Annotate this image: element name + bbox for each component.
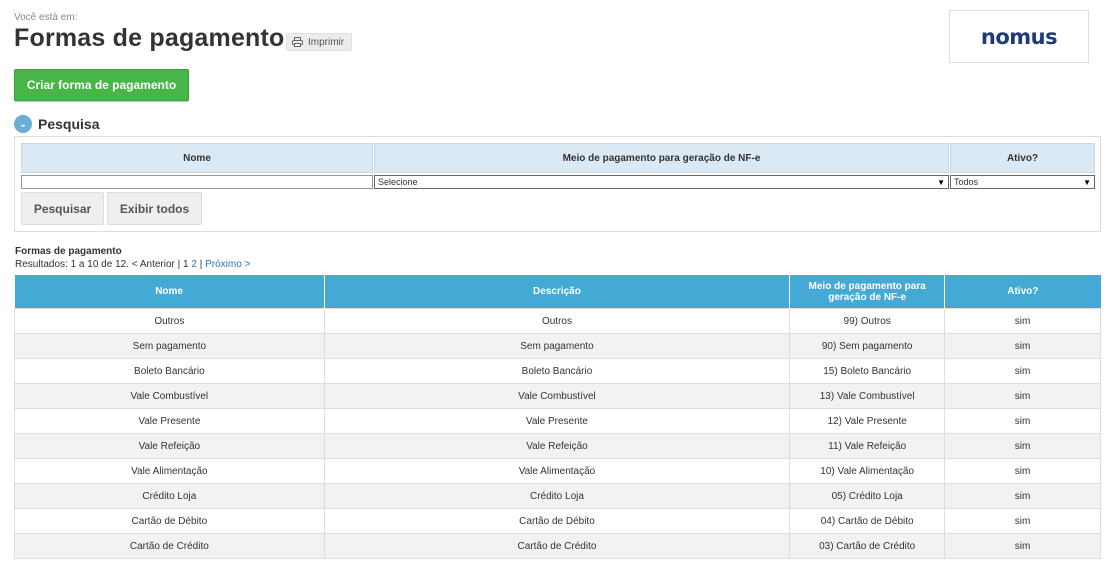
cell-ativo: sim bbox=[944, 308, 1101, 334]
pagination-separator: | bbox=[177, 259, 181, 270]
company-logo: nomus bbox=[949, 10, 1089, 63]
results-title: Formas de pagamento bbox=[15, 246, 122, 257]
next-page-link[interactable]: Próximo > bbox=[205, 259, 250, 270]
cell-descricao: Vale Refeição bbox=[323, 433, 791, 459]
meio-pagamento-select[interactable]: Selecione ▼ bbox=[374, 175, 949, 189]
column-header-ativo[interactable]: Ativo? bbox=[944, 275, 1101, 309]
table-row[interactable]: Vale Alimentação Vale Alimentação 10) Va… bbox=[14, 458, 1101, 484]
filter-header-meio: Meio de pagamento para geração de NF-e bbox=[374, 143, 949, 173]
search-button[interactable]: Pesquisar bbox=[21, 192, 104, 225]
cell-meio-pagamento: 13) Vale Combustível bbox=[789, 383, 946, 409]
ativo-selected-value: Todos bbox=[954, 177, 979, 187]
cell-meio-pagamento: 99) Outros bbox=[789, 308, 946, 334]
table-row[interactable]: Vale Refeição Vale Refeição 11) Vale Ref… bbox=[14, 433, 1101, 459]
column-header-meio-pagamento[interactable]: Meio de pagamento para geração de NF-e bbox=[789, 275, 946, 309]
cell-ativo: sim bbox=[944, 483, 1101, 509]
cell-descricao: Vale Alimentação bbox=[323, 458, 791, 484]
cell-nome: Vale Combustível bbox=[14, 383, 325, 409]
cell-nome: Sem pagamento bbox=[14, 333, 325, 359]
search-title: Pesquisa bbox=[38, 116, 100, 132]
create-payment-method-button[interactable]: Criar forma de pagamento bbox=[14, 69, 189, 101]
pagination-separator: | bbox=[199, 259, 203, 270]
table-row[interactable]: Vale Presente Vale Presente 12) Vale Pre… bbox=[14, 408, 1101, 434]
cell-nome: Cartão de Débito bbox=[14, 508, 325, 534]
pagination: Resultados: 1 a 10 de 12. < Anterior | 1… bbox=[15, 259, 250, 270]
cell-nome: Cartão de Crédito bbox=[14, 533, 325, 559]
cell-nome: Vale Refeição bbox=[14, 433, 325, 459]
collapse-icon[interactable]: - bbox=[14, 115, 32, 133]
cell-descricao: Cartão de Crédito bbox=[323, 533, 791, 559]
cell-meio-pagamento: 10) Vale Alimentação bbox=[789, 458, 946, 484]
print-label: Imprimir bbox=[308, 36, 345, 48]
cell-nome: Crédito Loja bbox=[14, 483, 325, 509]
payment-methods-table: Nome Descrição Meio de pagamento para ge… bbox=[14, 275, 1101, 559]
show-all-button[interactable]: Exibir todos bbox=[107, 192, 202, 225]
cell-ativo: sim bbox=[944, 333, 1101, 359]
column-header-descricao[interactable]: Descrição bbox=[324, 275, 791, 309]
cell-descricao: Boleto Bancário bbox=[323, 358, 791, 384]
name-filter-input[interactable] bbox=[21, 175, 373, 189]
cell-meio-pagamento: 04) Cartão de Débito bbox=[789, 508, 946, 534]
cell-meio-pagamento: 90) Sem pagamento bbox=[789, 333, 946, 359]
cell-meio-pagamento: 12) Vale Presente bbox=[789, 408, 946, 434]
search-panel: Nome Meio de pagamento para geração de N… bbox=[14, 136, 1101, 232]
cell-nome: Outros bbox=[14, 308, 325, 334]
table-header-row: Nome Descrição Meio de pagamento para ge… bbox=[14, 275, 1101, 309]
cell-descricao: Cartão de Débito bbox=[323, 508, 791, 534]
cell-ativo: sim bbox=[944, 408, 1101, 434]
printer-icon bbox=[292, 37, 303, 47]
cell-nome: Vale Alimentação bbox=[14, 458, 325, 484]
cell-meio-pagamento: 03) Cartão de Crédito bbox=[789, 533, 946, 559]
cell-descricao: Vale Presente bbox=[323, 408, 791, 434]
page-1-current: 1 bbox=[183, 259, 189, 270]
table-row[interactable]: Cartão de Débito Cartão de Débito 04) Ca… bbox=[14, 508, 1101, 534]
meio-selected-value: Selecione bbox=[378, 177, 418, 187]
logo-text: nomus bbox=[980, 24, 1058, 49]
print-button[interactable]: Imprimir bbox=[286, 33, 353, 51]
column-header-nome[interactable]: Nome bbox=[14, 275, 325, 309]
table-row[interactable]: Boleto Bancário Boleto Bancário 15) Bole… bbox=[14, 358, 1101, 384]
table-row[interactable]: Sem pagamento Sem pagamento 90) Sem paga… bbox=[14, 333, 1101, 359]
cell-meio-pagamento: 15) Boleto Bancário bbox=[789, 358, 946, 384]
cell-meio-pagamento: 05) Crédito Loja bbox=[789, 483, 946, 509]
cell-meio-pagamento: 11) Vale Refeição bbox=[789, 433, 946, 459]
cell-nome: Vale Presente bbox=[14, 408, 325, 434]
filter-header-name: Nome bbox=[21, 143, 373, 173]
cell-descricao: Sem pagamento bbox=[323, 333, 791, 359]
dropdown-arrow-icon: ▼ bbox=[1083, 177, 1091, 187]
page-title: Formas de pagamento bbox=[14, 24, 285, 52]
results-summary: Resultados: 1 a 10 de 12. bbox=[15, 259, 129, 270]
search-section-header[interactable]: - Pesquisa bbox=[14, 115, 99, 133]
breadcrumb: Você está em: bbox=[14, 12, 78, 23]
cell-ativo: sim bbox=[944, 533, 1101, 559]
previous-page-link[interactable]: < Anterior bbox=[132, 259, 175, 270]
ativo-select[interactable]: Todos ▼ bbox=[950, 175, 1095, 189]
cell-ativo: sim bbox=[944, 358, 1101, 384]
dropdown-arrow-icon: ▼ bbox=[937, 177, 945, 187]
cell-descricao: Outros bbox=[323, 308, 791, 334]
cell-ativo: sim bbox=[944, 433, 1101, 459]
cell-ativo: sim bbox=[944, 458, 1101, 484]
cell-nome: Boleto Bancário bbox=[14, 358, 325, 384]
cell-descricao: Vale Combustível bbox=[323, 383, 791, 409]
cell-ativo: sim bbox=[944, 508, 1101, 534]
cell-ativo: sim bbox=[944, 383, 1101, 409]
table-row[interactable]: Crédito Loja Crédito Loja 05) Crédito Lo… bbox=[14, 483, 1101, 509]
table-row[interactable]: Cartão de Crédito Cartão de Crédito 03) … bbox=[14, 533, 1101, 559]
filter-header-ativo: Ativo? bbox=[950, 143, 1095, 173]
table-row[interactable]: Outros Outros 99) Outros sim bbox=[14, 308, 1101, 334]
cell-descricao: Crédito Loja bbox=[323, 483, 791, 509]
page-2-link[interactable]: 2 bbox=[191, 259, 197, 270]
table-row[interactable]: Vale Combustível Vale Combustível 13) Va… bbox=[14, 383, 1101, 409]
